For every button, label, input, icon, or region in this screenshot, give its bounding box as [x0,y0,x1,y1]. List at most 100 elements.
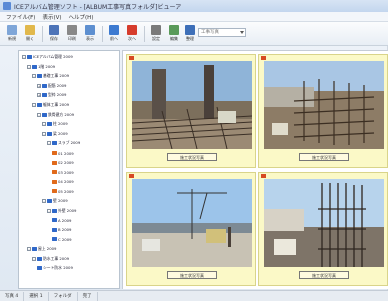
chevron-down-icon[interactable] [240,31,244,34]
toolbar-separator [102,26,103,42]
tree-node[interactable]: - 梁 2009 [42,131,68,137]
tree-node[interactable]: - 躯体工事 2009 [32,102,69,108]
settings-label: 設定 [152,36,160,41]
expand-toggle-icon[interactable]: - [42,122,46,127]
tree-node[interactable]: - 1階 2009 [27,64,55,70]
edit-icon [169,25,179,35]
expand-toggle-icon[interactable]: - [32,74,36,79]
save-button[interactable]: 保存 [46,24,62,44]
photo-gallery[interactable]: 施工状況写真 施工状況写真 施工状況写真 施工状況写真 [122,50,388,289]
prev-label: 前へ [110,36,118,41]
open-icon [25,25,35,35]
status-state: 完了 [78,291,98,301]
tree-node[interactable]: - ICEアルバム管理 2009 [22,54,73,60]
tree-node[interactable]: B 2009 [52,227,71,233]
expand-toggle-icon[interactable]: - [42,131,46,136]
next-label: 次へ [128,36,136,41]
print-button[interactable]: 印刷 [64,24,80,44]
window-title: ICEアルバム管理ソフト - [ALBUM工事写真フォルダ]ビューア [14,3,182,11]
open-button[interactable]: 開く [22,24,38,44]
folder-icon [42,112,47,117]
tree-node-label: 03 2009 [58,169,74,175]
tree-node[interactable]: + 配筋 2009 [37,83,66,89]
tree-node-label: 基礎工事 2009 [43,73,70,79]
photo-thumbnail[interactable]: 施工状況写真 [258,54,388,168]
tree-node-label: 梁 2009 [53,130,68,136]
view-button[interactable]: 表示 [82,24,98,44]
toolbar-separator [144,26,145,42]
expand-toggle-icon[interactable]: - [42,199,46,203]
tree-node[interactable]: 03 2009 [52,169,74,175]
expand-toggle-icon[interactable]: - [22,55,26,59]
edit-label: 編集 [170,36,178,41]
marker-icon [129,174,134,178]
expand-toggle-icon[interactable]: - [37,112,41,117]
folder-tree[interactable]: - ICEアルバム管理 2009-1階 2009- 基礎工事 2009 + 配筋 200… [18,50,120,289]
folder-icon [37,103,42,107]
photo-caption: 施工状況写真 [299,271,349,279]
tree-node-label: C 2009 [58,236,72,242]
folder-icon [52,141,57,146]
expand-toggle-icon[interactable]: - [47,208,51,213]
tree-node-label: ICEアルバム管理 2009 [33,54,73,59]
settings-button[interactable]: 設定 [148,24,164,44]
tree-node-label: 屋上 2009 [38,246,57,251]
tree-node[interactable]: + 型枠 2009 [37,92,66,98]
open-label: 開く [26,36,34,41]
photo-thumbnail[interactable]: 施工状況写真 [126,54,256,168]
new-icon [7,25,17,35]
tree-node[interactable]: シート防水 2009 [37,265,73,271]
tree-node[interactable]: 05 2009 [52,188,74,194]
photo-thumbnail[interactable]: 施工状況写真 [126,172,256,286]
tree-node-label: 04 2009 [58,179,74,185]
category-select-value: 工事写真 [201,30,219,35]
status-selection: 選択 1 [24,291,49,301]
menu-file[interactable]: ファイル(F) [6,13,35,21]
tree-node-label: 型枠 2009 [48,92,67,98]
tree-node[interactable]: - スラブ 2009 [47,140,80,146]
sort-button[interactable]: 整理 [182,24,198,44]
tree-node-label: 壁 2009 [53,198,68,203]
tree-node[interactable]: C 2009 [52,236,72,242]
tree-node[interactable]: - 基礎工事 2009 [32,73,69,79]
next-button[interactable]: 次へ [124,24,140,44]
expand-toggle-icon[interactable]: + [37,93,41,98]
photo-image [264,61,384,149]
tree-node[interactable]: - 外壁 2009 [47,208,76,214]
menu-view[interactable]: 表示(V) [42,13,61,21]
edit-button[interactable]: 編集 [166,24,182,44]
expand-toggle-icon[interactable]: - [27,64,31,69]
prev-button[interactable]: 前へ [106,24,122,44]
new-button[interactable]: 新規 [4,24,20,44]
tree-node[interactable]: 01 2009 [52,150,74,156]
app-icon [3,2,11,10]
tree-node[interactable]: 02 2009 [52,160,74,166]
folder-icon [52,189,57,194]
tree-node[interactable]: - 柱 2009 [42,121,68,127]
tree-node[interactable]: - 屋上 2009 [27,246,56,252]
tree-node[interactable]: - 壁 2009 [42,198,68,204]
tree-node-label: 躯体工事 2009 [43,102,70,107]
tree-node-label: 1階 2009 [38,63,56,69]
category-select[interactable]: 工事写真 [198,28,246,37]
print-icon [67,25,77,35]
tree-node-label: 柱 2009 [53,121,68,127]
tree-node[interactable]: A 2009 [52,217,71,223]
expand-toggle-icon[interactable]: - [32,256,36,261]
folder-icon [52,227,57,232]
tree-node[interactable]: - 鉄骨建方 2009 [37,112,74,118]
folder-icon [52,179,57,184]
menu-help[interactable]: ヘルプ(H) [69,13,94,21]
tree-node[interactable]: 04 2009 [52,179,74,185]
expand-toggle-icon[interactable]: - [27,247,31,251]
tree-node-label: 配筋 2009 [48,82,67,88]
folder-icon [37,74,42,79]
expand-toggle-icon[interactable]: + [37,83,41,88]
expand-toggle-icon[interactable]: - [47,141,51,146]
tree-node[interactable]: - 防水工事 2009 [32,256,69,262]
photo-image [264,179,384,267]
tree-node-label: 05 2009 [58,188,74,194]
next-icon [127,25,137,35]
photo-thumbnail[interactable]: 施工状況写真 [258,172,388,286]
expand-toggle-icon[interactable]: - [32,103,36,107]
